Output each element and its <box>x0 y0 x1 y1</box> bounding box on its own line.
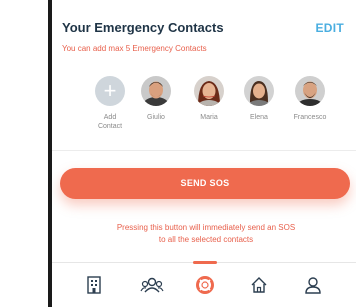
tab-contacts[interactable] <box>140 276 164 299</box>
contact-name: Elena <box>250 114 268 121</box>
contact-francesco[interactable]: Francesco <box>284 76 336 122</box>
send-sos-button[interactable]: SEND SOS <box>60 168 350 199</box>
contact-giulio[interactable]: Giulio <box>130 76 182 122</box>
add-contact-button[interactable]: + Add Contact <box>84 76 136 131</box>
plus-icon: + <box>95 76 125 106</box>
lifebuoy-icon <box>196 276 214 294</box>
contacts-limit-hint: You can add max 5 Emergency Contacts <box>62 44 207 53</box>
divider <box>52 150 356 151</box>
contact-name: Francesco <box>293 114 327 121</box>
contact-name: Giulio <box>147 114 165 121</box>
active-tab-indicator <box>193 261 217 264</box>
contact-elena[interactable]: Elena <box>233 76 285 122</box>
contact-name: Maria <box>200 114 218 121</box>
add-contact-label: Add Contact <box>97 114 123 130</box>
user-icon <box>305 277 321 294</box>
avatar <box>295 76 325 106</box>
tab-profile[interactable] <box>304 276 322 299</box>
tab-sos[interactable] <box>196 276 214 299</box>
group-icon <box>140 277 164 293</box>
tab-home[interactable] <box>250 276 268 299</box>
avatar <box>244 76 274 106</box>
sos-warning-text: Pressing this button will immediately se… <box>116 223 296 244</box>
avatar <box>194 76 224 106</box>
tab-building[interactable] <box>86 276 102 299</box>
contact-maria[interactable]: Maria <box>183 76 235 122</box>
building-icon <box>87 276 101 294</box>
avatar <box>141 76 171 106</box>
edit-button[interactable]: EDIT <box>315 21 344 35</box>
page-title: Your Emergency Contacts <box>62 20 224 35</box>
home-icon <box>251 277 267 293</box>
